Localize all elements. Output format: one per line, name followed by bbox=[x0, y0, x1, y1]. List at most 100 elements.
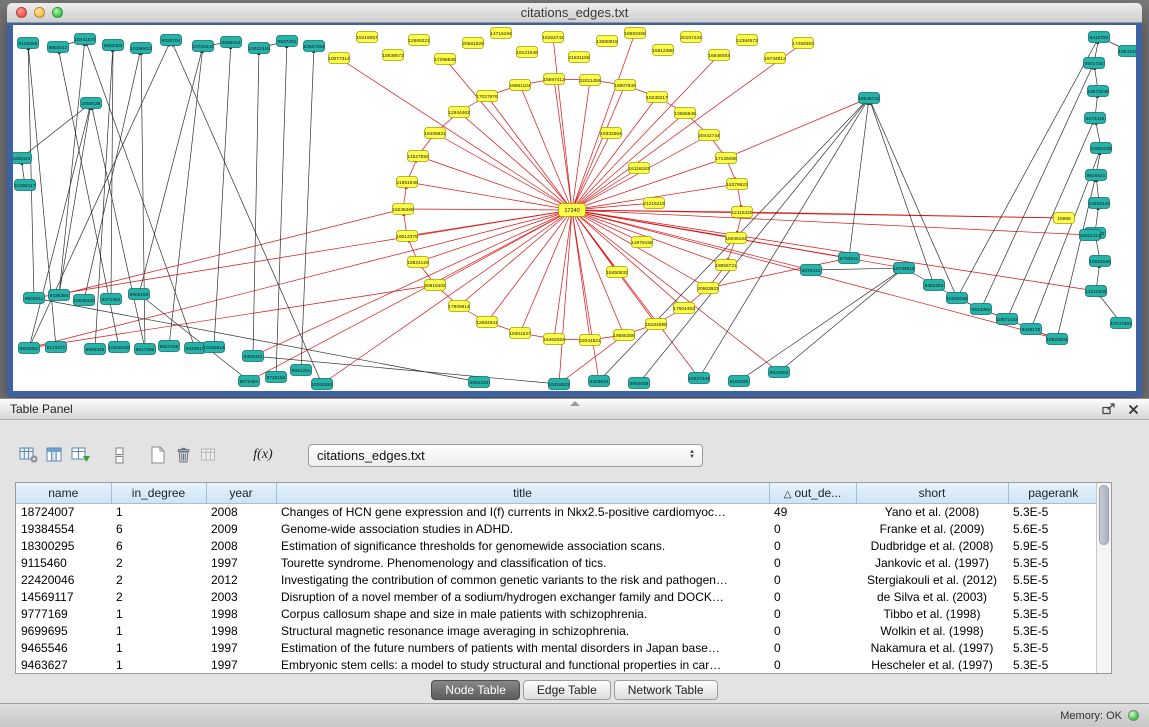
column-header-in_degree[interactable]: in_degree bbox=[111, 483, 206, 503]
graph-node[interactable]: 10924504 bbox=[1046, 334, 1068, 345]
graph-node[interactable]: 9072491 bbox=[239, 376, 260, 387]
window-zoom-button[interactable] bbox=[52, 7, 63, 18]
table-row[interactable]: 1830029562008Estimation of significance … bbox=[16, 537, 1098, 554]
graph-edge[interactable] bbox=[487, 210, 572, 322]
graph-node[interactable]: 10293166 bbox=[946, 293, 968, 304]
graph-edge[interactable] bbox=[957, 37, 1099, 298]
graph-edge[interactable] bbox=[403, 209, 572, 210]
graph-node[interactable]: 9260443 bbox=[13, 153, 32, 164]
graph-node[interactable]: 19012375 bbox=[396, 231, 418, 242]
graph-node[interactable]: 22044821 bbox=[579, 335, 601, 346]
graph-edge[interactable] bbox=[726, 98, 869, 158]
graph-node[interactable]: 9941201 bbox=[291, 365, 312, 376]
graph-node[interactable]: 18405831 bbox=[424, 128, 446, 139]
graph-edge[interactable] bbox=[59, 39, 85, 295]
graph-node[interactable]: 10541269 bbox=[1118, 46, 1136, 57]
graph-node[interactable]: 20442744 bbox=[698, 130, 720, 141]
graph-node[interactable]: 19332564 bbox=[600, 128, 622, 139]
graph-edge[interactable] bbox=[487, 96, 572, 210]
graph-node[interactable]: 22011459 bbox=[580, 75, 601, 86]
graph-edge[interactable] bbox=[34, 298, 479, 382]
graph-node[interactable]: 10358117 bbox=[15, 180, 36, 191]
new-table-button[interactable] bbox=[144, 443, 170, 467]
graph-node[interactable]: 16116183 bbox=[629, 163, 650, 174]
table-row[interactable]: 946554611997Estimation of the future num… bbox=[16, 639, 1098, 656]
graph-node[interactable]: 9815521 bbox=[1086, 170, 1107, 181]
graph-node[interactable]: 12210345 bbox=[1085, 286, 1107, 297]
graph-node[interactable]: 15824129 bbox=[407, 257, 429, 268]
tab-network-table[interactable]: Network Table bbox=[614, 680, 718, 700]
graph-edge[interactable] bbox=[572, 80, 590, 210]
graph-edge[interactable] bbox=[869, 98, 934, 285]
window-titlebar[interactable]: citations_edges.txt bbox=[7, 3, 1142, 23]
graph-node[interactable]: 15697412 bbox=[543, 74, 565, 85]
network-canvas[interactable]: 1724012116425160461641895672120663923176… bbox=[13, 25, 1136, 391]
graph-edge[interactable] bbox=[554, 79, 572, 210]
graph-edge[interactable] bbox=[572, 210, 699, 378]
graph-edge[interactable] bbox=[301, 46, 314, 370]
graph-node[interactable]: 21851948 bbox=[396, 177, 418, 188]
graph-edge[interactable] bbox=[639, 98, 869, 383]
graph-node[interactable]: 17126086 bbox=[715, 153, 737, 164]
graph-edge[interactable] bbox=[459, 112, 572, 210]
graph-node[interactable]: 10441570 bbox=[74, 34, 96, 45]
graph-node[interactable]: 9837291 bbox=[277, 36, 298, 47]
table-row[interactable]: 2242004622012Investigating the contribut… bbox=[16, 571, 1098, 588]
graph-node[interactable]: 12364573 bbox=[736, 35, 758, 46]
graph-edge[interactable] bbox=[572, 210, 599, 381]
graph-node[interactable]: 17296835 bbox=[434, 54, 456, 65]
graph-edge[interactable] bbox=[169, 46, 203, 346]
graph-edge[interactable] bbox=[572, 210, 590, 340]
graph-node[interactable]: 8793541 bbox=[839, 253, 860, 264]
graph-edge[interactable] bbox=[21, 103, 91, 158]
graph-node[interactable]: 9905153 bbox=[129, 289, 150, 300]
graph-node[interactable]: 10199413 bbox=[130, 43, 152, 54]
show-columns-button[interactable] bbox=[42, 443, 68, 467]
graph-node[interactable]: 9320704 bbox=[161, 35, 182, 46]
graph-node[interactable]: 12660221 bbox=[408, 35, 430, 46]
graph-node[interactable]: 10034166 bbox=[1089, 256, 1111, 267]
table-row[interactable]: 911546021997Tourette syndrome. Phenomeno… bbox=[16, 554, 1098, 571]
graph-node[interactable]: 13655948 bbox=[674, 108, 696, 119]
graph-node[interactable]: 20157224 bbox=[680, 32, 702, 43]
graph-edge[interactable] bbox=[91, 103, 145, 349]
graph-edge[interactable] bbox=[171, 40, 322, 384]
column-header-name[interactable]: name bbox=[16, 483, 111, 503]
graph-node[interactable]: 16022113 bbox=[1080, 230, 1101, 241]
graph-node[interactable]: 16846093 bbox=[708, 50, 730, 61]
graph-node[interactable]: 10733442 bbox=[192, 41, 214, 52]
splitter-handle[interactable] bbox=[570, 401, 580, 406]
graph-node[interactable]: 15958 bbox=[1054, 213, 1075, 224]
graph-node[interactable]: 9691234 bbox=[469, 377, 490, 388]
graph-edge[interactable] bbox=[849, 98, 869, 258]
graph-node[interactable]: 8634082 bbox=[19, 343, 40, 354]
graph-node[interactable]: 19565356 bbox=[613, 330, 635, 341]
graph-node[interactable]: 9884612 bbox=[48, 42, 69, 53]
graph-node[interactable]: 16907839 bbox=[614, 80, 636, 91]
table-row[interactable]: 1456911722003Disruption of a novel membe… bbox=[16, 588, 1098, 605]
graph-edge[interactable] bbox=[779, 268, 904, 372]
graph-node[interactable]: 16046164 bbox=[725, 233, 747, 244]
graph-node[interactable]: 9481253 bbox=[924, 280, 945, 291]
graph-node[interactable]: 10022415 bbox=[248, 43, 270, 54]
graph-edge[interactable] bbox=[214, 42, 231, 347]
graph-node[interactable]: 10048320 bbox=[73, 295, 95, 306]
graph-node[interactable]: 9905315 bbox=[85, 344, 106, 355]
graph-node[interactable]: 16238466 bbox=[392, 204, 414, 215]
graph-edge[interactable] bbox=[981, 63, 1094, 309]
graph-edge[interactable] bbox=[139, 46, 203, 294]
graph-edge[interactable] bbox=[520, 85, 572, 210]
graph-node[interactable]: 9192638 bbox=[729, 376, 750, 387]
vertical-scrollbar[interactable] bbox=[1096, 483, 1111, 673]
tab-node-table[interactable]: Node Table bbox=[431, 680, 520, 700]
graph-node[interactable]: 9586013 bbox=[221, 37, 242, 48]
graph-node[interactable]: 16253742 bbox=[542, 32, 564, 43]
graph-node[interactable]: 19734812 bbox=[764, 53, 786, 64]
graph-node[interactable]: 14527592 bbox=[407, 151, 429, 162]
table-row[interactable]: 1872400712008Changes of HCN gene express… bbox=[16, 503, 1098, 520]
graph-edge[interactable] bbox=[572, 210, 779, 372]
graph-edge[interactable] bbox=[553, 37, 572, 210]
graph-node[interactable]: 18693458 bbox=[624, 28, 646, 39]
graph-node[interactable]: 8730162 bbox=[266, 372, 287, 383]
graph-node[interactable]: 18301637 bbox=[509, 328, 531, 339]
